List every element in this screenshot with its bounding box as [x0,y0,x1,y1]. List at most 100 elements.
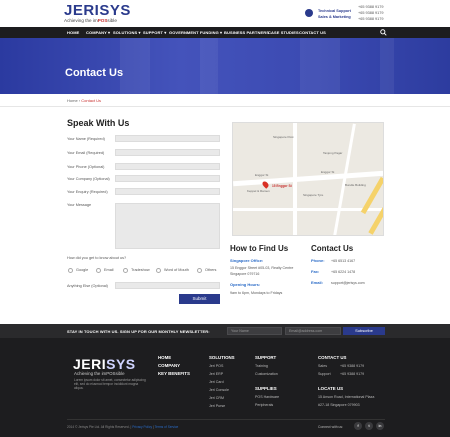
footer-support-1[interactable]: Training [255,364,268,368]
sales-phone-2[interactable]: +65 9388 9179 [358,17,383,22]
breadcrumb-current: Contact Us [81,98,102,103]
newsletter-name-input[interactable]: Your Name [227,327,282,335]
footer-solution-2[interactable]: Jeri ERP [209,372,223,376]
footer-supplies-2[interactable]: Peripherals [255,403,273,407]
radio-label-tradeshow: Tradeshow [131,268,150,272]
footer-supplies-title: SUPPLIES [255,386,277,391]
email-field[interactable] [115,149,220,156]
enquiry-field[interactable] [115,188,220,195]
nav-case-studies[interactable]: CASE STUDIES [268,30,299,35]
name-field[interactable] [115,135,220,142]
footer-solution-5[interactable]: Jeri CRM [209,396,224,400]
breadcrumb-separator: › [78,98,81,103]
radio-others[interactable] [197,268,202,273]
page-title: Contact Us [65,67,124,79]
logo-tagline-c: sible [107,18,117,23]
footer-supplies-1[interactable]: POS Hardware [255,395,279,399]
phone-field[interactable] [115,163,220,170]
other-field[interactable] [115,282,220,289]
connect-label: Connect with us: [318,425,344,429]
footer-sales-label: Sales [318,364,327,368]
nav-support[interactable]: SUPPORT ▾ [143,30,166,35]
form-title: Speak With Us [67,118,130,128]
copyright-text: 2014 © Jerisys Pte Ltd. All Rights Reser… [67,425,132,429]
logo-text-jeri: JERI [64,2,100,19]
submit-button[interactable]: Submit [179,294,220,304]
breadcrumb: Home › Contact Us [67,98,101,103]
logo-text-sys: SYS [99,2,131,19]
email-info-value[interactable]: support@jerisys.com [331,281,365,285]
other-label: Anything Else (Optional) [67,284,108,288]
radio-label-word-of-mouth: Word of Mouth [164,268,189,272]
footer-link-home[interactable]: HOME [158,355,171,360]
footer-solution-1[interactable]: Jeri POS [209,364,223,368]
email-label: Your Email (Required) [67,151,105,155]
support-phone[interactable]: +65 9388 9179 [358,5,383,10]
address-line-2: Singapore 079716 [230,272,260,276]
linkedin-icon[interactable]: in [376,422,384,430]
site-logo[interactable]: JERISYS Achieving the imPOSsible [64,2,146,24]
phone-info-value[interactable]: +65 6513 4167 [331,259,355,263]
map-pin-label: 15 Enggor St [272,184,292,188]
footer-solution-4[interactable]: Jeri Console [209,388,229,392]
find-title: How to Find Us [230,244,289,253]
location-map[interactable]: Enggor St Enggor St Singapore Post Keppe… [232,122,384,236]
logo-tagline-b: POS [97,18,108,23]
message-textarea[interactable] [115,203,220,249]
footer-logo[interactable]: JERISYS [73,357,136,371]
newsletter-band: STAY IN TOUCH WITH US. SIGN UP FOR OUR M… [0,324,450,338]
divider [0,106,450,107]
radio-email[interactable] [96,268,101,273]
main-nav: HOME COMPANY ▾ SOLUTIONS ▾ SUPPORT ▾ GOV… [0,27,450,38]
search-icon[interactable] [380,29,387,36]
twitter-icon[interactable]: t [365,422,373,430]
fax-info-label: Fax: [311,269,320,274]
map-poi-3: Tanjong Pagar [323,151,343,155]
office-label: Singapore Office: [230,258,264,263]
fax-info-value: +65 6224 1478 [331,270,356,274]
map-poi-2: Keppel & Ramen [247,189,270,193]
nav-home[interactable]: HOME [67,30,79,35]
hero-banner: Contact Us [0,38,450,94]
sales-phone-1[interactable]: +65 9388 9179 [358,11,383,16]
footer-support-2[interactable]: Customization [255,372,278,376]
footer-link-key-benefits[interactable]: KEY BENEFITS [158,371,190,376]
subscribe-button[interactable]: Subscribe [343,327,385,335]
nav-company[interactable]: COMPANY ▾ [86,30,110,35]
nav-government-funding[interactable]: GOVERNMENT FUNDING ▾ [169,30,222,35]
source-question: How did you get to know about us? [67,256,127,260]
contact-title: Contact Us [311,244,354,253]
footer-contact-title: CONTACT US [318,355,347,360]
footer-tagline: Achieving the imPOSsible [74,371,125,376]
footer-sales-phone[interactable]: +65 9388 9179 [340,364,364,368]
footer-locate-title: LOCATE US [318,386,344,391]
nav-solutions[interactable]: SOLUTIONS ▾ [113,30,141,35]
phone-info-label: Phone: [311,258,325,263]
footer-support-phone[interactable]: +65 9388 9179 [340,372,364,376]
footer-solution-3[interactable]: Jeri Card [209,380,224,384]
name-label: Your Name (Required) [67,137,105,141]
hours-text: 9am to 6pm, Mondays to Fridays [230,291,283,295]
facebook-icon[interactable]: f [354,422,362,430]
company-field[interactable] [115,175,220,182]
nav-business-partners[interactable]: BUSINESS PARTNERS [224,30,269,35]
sales-label: Sales & Marketing [318,15,351,19]
radio-google[interactable] [68,268,73,273]
footer-solutions-title: SOLUTIONS [209,355,235,360]
phone-icon [305,9,313,17]
hours-label: Opening Hours: [230,282,261,287]
phone-label: Your Phone (Optional) [67,165,105,169]
footer-logo-jeri: JERI [73,356,107,372]
breadcrumb-home[interactable]: Home [67,98,78,103]
footer-solution-6[interactable]: Jeri Purse [209,404,225,408]
radio-word-of-mouth[interactable] [156,268,161,273]
privacy-link[interactable]: Privacy Policy [132,425,152,429]
newsletter-email-input[interactable]: Email@address.com [285,327,341,335]
support-label: Technical Support [318,9,351,13]
nav-contact-us[interactable]: CONTACT US [299,30,326,35]
radio-tradeshow[interactable] [123,268,128,273]
footer-locate-1: 15 Anson Road, International Plaza [318,395,375,399]
terms-link[interactable]: Terms of Service [155,425,179,429]
enquiry-label: Your Enquiry (Required) [67,190,108,194]
footer-link-company[interactable]: COMPANY [158,363,180,368]
